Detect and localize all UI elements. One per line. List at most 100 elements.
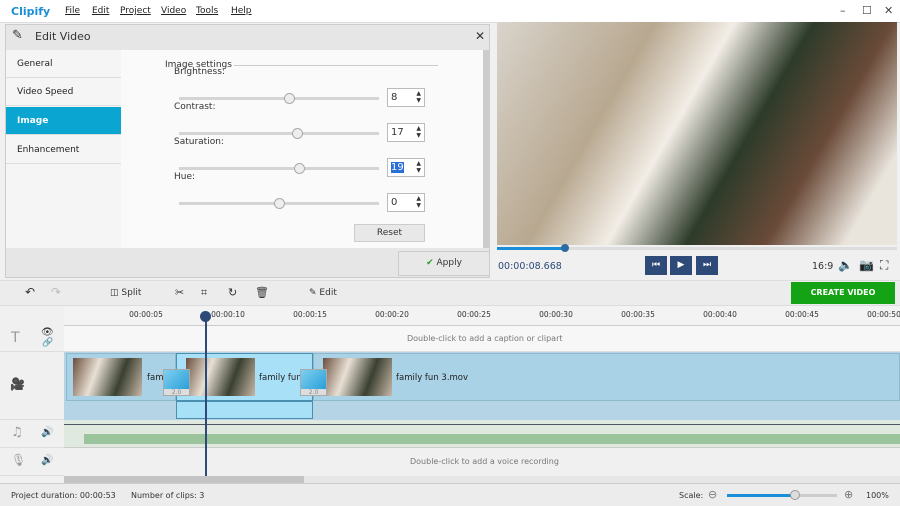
music-track-header: ♫ 🔊 — [0, 420, 64, 448]
status-bar: Project duration: 00:00:53 Number of cli… — [0, 483, 900, 506]
ruler-tick: 00:00:35 — [621, 310, 655, 319]
slider-thumb[interactable] — [284, 93, 295, 104]
slider-thumb[interactable] — [292, 128, 303, 139]
slider-track[interactable] — [179, 198, 379, 209]
menu-help[interactable]: Help — [231, 6, 252, 16]
clip-1-thumbnail — [73, 358, 142, 396]
camera-icon[interactable]: 📷 — [859, 258, 874, 272]
ruler-tick: 00:00:45 — [785, 310, 819, 319]
menu-project[interactable]: Project — [120, 6, 151, 16]
ruler-tick: 00:00:20 — [375, 310, 409, 319]
clip-count: Number of clips: 3 — [131, 491, 205, 500]
spin-arrows-icon[interactable]: ▲ ▼ — [416, 195, 421, 209]
slider-track[interactable] — [179, 128, 379, 139]
redo-icon[interactable]: ↷ — [51, 285, 61, 299]
play-button[interactable]: ▶ — [670, 256, 692, 275]
slider-thumb[interactable] — [294, 163, 305, 174]
nav-general[interactable]: General — [6, 50, 121, 78]
aspect-ratio[interactable]: 16:9 — [812, 261, 833, 272]
caption-hint: Double-click to add a caption or clipart — [407, 334, 563, 343]
voice-track[interactable]: Double-click to add a voice recording — [64, 448, 900, 476]
create-video-button[interactable]: CREATE VIDEO — [791, 282, 895, 304]
voice-hint: Double-click to add a voice recording — [410, 457, 559, 466]
panel-title-bar: ✎ Edit Video ✕ — [6, 25, 491, 49]
slider-track[interactable] — [179, 163, 379, 174]
slider-thumb[interactable] — [274, 198, 285, 209]
voice-track-header: 🎙 🔊 — [0, 448, 64, 476]
transition-2[interactable]: 2.0 — [300, 369, 327, 396]
value-spinbox[interactable]: 19 ▲ ▼ — [387, 158, 425, 177]
edit-icon: ✎ — [12, 28, 23, 43]
video-preview[interactable] — [497, 22, 897, 245]
ruler-tick: 00:00:50 — [867, 310, 900, 319]
speaker-icon[interactable]: 🔊 — [41, 427, 53, 438]
scale-label: Scale: — [679, 491, 704, 500]
zoom-level: 100% — [866, 491, 889, 500]
music-track[interactable] — [64, 420, 900, 448]
transition-1[interactable]: 2.0 — [163, 369, 190, 396]
spin-arrows-icon[interactable]: ▲ ▼ — [416, 160, 421, 174]
slider-label: Hue: — [174, 172, 196, 182]
playhead-handle[interactable] — [200, 311, 211, 322]
clip-2-thumbnail — [186, 358, 255, 396]
ruler-tick: 00:00:30 — [539, 310, 573, 319]
microphone-icon: 🎙 — [11, 453, 27, 467]
nav-video-speed[interactable]: Video Speed — [6, 78, 121, 106]
prev-frame-button[interactable]: ⏮ — [645, 256, 667, 275]
volume-icon[interactable]: 🔈 — [838, 258, 853, 272]
clip-3-thumbnail — [323, 358, 392, 396]
nav-image[interactable]: Image — [6, 107, 121, 135]
menu-edit[interactable]: Edit — [92, 6, 109, 16]
timeline-ruler[interactable]: 00:00:05 00:00:10 00:00:15 00:00:20 00:00:25… — [64, 306, 900, 326]
value-spinbox[interactable]: 8 ▲ ▼ — [387, 88, 425, 107]
scale-slider[interactable] — [727, 490, 837, 500]
menu-tools[interactable]: Tools — [196, 6, 218, 16]
menu-file[interactable]: File — [65, 6, 80, 16]
split-button[interactable]: ◫ Split — [110, 288, 141, 298]
maximize-button[interactable]: ☐ — [862, 4, 872, 17]
project-duration: Project duration: 00:00:53 — [11, 491, 116, 500]
link-icon[interactable]: 🔗 — [42, 338, 53, 348]
playhead[interactable] — [205, 316, 207, 476]
zoom-in-icon[interactable]: ⊕ — [844, 488, 853, 501]
spin-arrows-icon[interactable]: ▲ ▼ — [416, 90, 421, 104]
text-icon: T — [11, 330, 20, 346]
cut-icon[interactable]: ✂ — [175, 286, 184, 299]
spin-arrows-icon[interactable]: ▲ ▼ — [416, 125, 421, 139]
eye-icon[interactable]: 👁 — [41, 327, 54, 338]
slider-track[interactable] — [179, 93, 379, 104]
zoom-out-icon[interactable]: ⊖ — [708, 488, 717, 501]
music-icon: ♫ — [11, 425, 23, 440]
slider-label: Saturation: — [174, 137, 224, 147]
speaker-icon[interactable]: 🔊 — [41, 455, 53, 466]
rotate-icon[interactable]: ↻ — [228, 286, 237, 299]
crop-icon[interactable]: ⌗ — [201, 286, 207, 300]
close-window-button[interactable]: ✕ — [884, 4, 893, 17]
fullscreen-icon[interactable]: ⛶ — [880, 258, 888, 273]
slider-label: Brightness: — [174, 67, 225, 77]
panel-scrollbar[interactable] — [483, 50, 490, 248]
check-icon: ✔ — [426, 258, 434, 268]
clip-2-audio[interactable] — [176, 401, 313, 419]
seek-bar[interactable] — [497, 244, 897, 252]
timeline-scrollbar[interactable] — [64, 476, 900, 483]
value-spinbox[interactable]: 17 ▲ ▼ — [387, 123, 425, 142]
edit-button[interactable]: ✎ Edit — [309, 288, 337, 298]
ruler-tick: 00:00:25 — [457, 310, 491, 319]
minimize-button[interactable]: – — [840, 4, 846, 17]
apply-button[interactable]: ✔ Apply — [398, 251, 490, 276]
clip-3-name: family fun 3.mov — [396, 373, 469, 383]
delete-icon[interactable]: 🗑 — [255, 286, 269, 299]
value-spinbox[interactable]: 0 ▲ ▼ — [387, 193, 425, 212]
reset-button[interactable]: Reset — [354, 224, 425, 242]
caption-track[interactable]: Double-click to add a caption or clipart — [64, 326, 900, 352]
video-camera-icon: 🎥 — [10, 377, 25, 391]
undo-icon[interactable]: ↶ — [25, 285, 35, 299]
nav-enhancement[interactable]: Enhancement — [6, 136, 121, 164]
panel-title: Edit Video — [35, 30, 91, 43]
app-logo: Clipify — [11, 5, 51, 18]
next-frame-button[interactable]: ⏭ — [696, 256, 718, 275]
close-icon[interactable]: ✕ — [475, 29, 485, 43]
divider — [234, 65, 438, 66]
menu-video[interactable]: Video — [161, 6, 186, 16]
